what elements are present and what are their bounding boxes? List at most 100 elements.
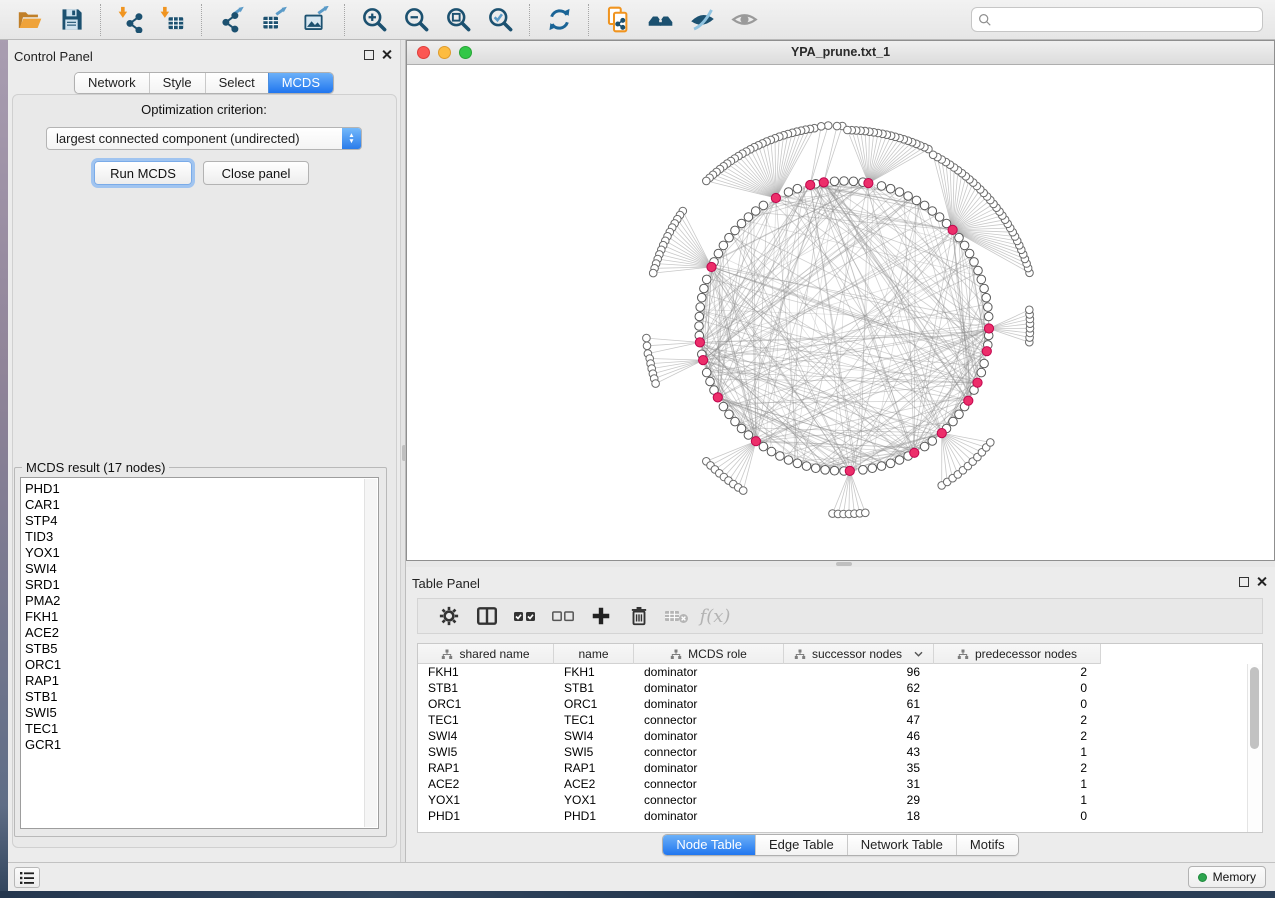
deselect-all-icon[interactable] bbox=[544, 603, 582, 629]
mcds-result-item[interactable]: FKH1 bbox=[25, 609, 378, 625]
network-graph[interactable] bbox=[407, 65, 1274, 560]
cell: 47 bbox=[784, 713, 934, 727]
table-row-SWI4[interactable]: SWI4SWI4dominator462 bbox=[418, 728, 1262, 744]
mcds-result-item[interactable]: GCR1 bbox=[25, 737, 378, 753]
table-scrollbar-thumb[interactable] bbox=[1250, 667, 1259, 749]
columns-icon[interactable] bbox=[468, 603, 506, 629]
column-header-predecessor-nodes[interactable]: predecessor nodes bbox=[934, 644, 1101, 664]
export-table-icon[interactable] bbox=[258, 5, 288, 35]
table-row-SWI5[interactable]: SWI5SWI5connector431 bbox=[418, 744, 1262, 760]
column-header-successor-nodes[interactable]: successor nodes bbox=[784, 644, 934, 664]
column-header-shared-name[interactable]: shared name bbox=[418, 644, 554, 664]
zoom-fit-icon[interactable] bbox=[443, 5, 473, 35]
import-network-icon[interactable] bbox=[115, 5, 145, 35]
table-row-ORC1[interactable]: ORC1ORC1dominator610 bbox=[418, 696, 1262, 712]
mcds-result-item[interactable]: ORC1 bbox=[25, 657, 378, 673]
tab-motifs[interactable]: Motifs bbox=[956, 835, 1018, 855]
table-row-FKH1[interactable]: FKH1FKH1dominator962 bbox=[418, 664, 1262, 680]
task-history-button[interactable] bbox=[14, 867, 40, 888]
cell: 0 bbox=[934, 697, 1101, 711]
cell: 2 bbox=[934, 729, 1101, 743]
export-network-icon[interactable] bbox=[216, 5, 246, 35]
toolbar-separator bbox=[529, 4, 530, 36]
table-row-STB1[interactable]: STB1STB1dominator620 bbox=[418, 680, 1262, 696]
mcds-result-item[interactable]: RAP1 bbox=[25, 673, 378, 689]
memory-button[interactable]: Memory bbox=[1188, 866, 1266, 888]
mcds-result-item[interactable]: PHD1 bbox=[25, 481, 378, 497]
cell: 1 bbox=[934, 777, 1101, 791]
import-table-icon[interactable] bbox=[157, 5, 187, 35]
table-row-ACE2[interactable]: ACE2ACE2connector311 bbox=[418, 776, 1262, 792]
column-header-MCDS-role[interactable]: MCDS role bbox=[634, 644, 784, 664]
mcds-result-item[interactable]: SRD1 bbox=[25, 577, 378, 593]
splitter-grip[interactable] bbox=[402, 445, 406, 461]
zoom-out-icon[interactable] bbox=[401, 5, 431, 35]
tab-network-table[interactable]: Network Table bbox=[847, 835, 956, 855]
node-table[interactable]: shared namenameMCDS rolesuccessor nodesp… bbox=[417, 643, 1263, 833]
open-session-icon[interactable] bbox=[14, 5, 44, 35]
network-canvas[interactable] bbox=[407, 65, 1274, 560]
desktop-wallpaper-left bbox=[0, 38, 8, 891]
function-builder-icon: f(x) bbox=[696, 603, 734, 629]
delete-column-icon[interactable] bbox=[620, 603, 658, 629]
criterion-select[interactable]: largest connected component (undirected)… bbox=[46, 127, 362, 150]
zoom-in-icon[interactable] bbox=[359, 5, 389, 35]
mcds-result-group: MCDS result (17 nodes) PHD1CAR1STP4TID3Y… bbox=[14, 467, 387, 837]
column-header-name[interactable]: name bbox=[554, 644, 634, 664]
float-panel-icon[interactable] bbox=[364, 50, 374, 60]
table-row-YOX1[interactable]: YOX1YOX1connector291 bbox=[418, 792, 1262, 808]
search-input[interactable] bbox=[997, 11, 1256, 28]
mcds-result-item[interactable]: SWI5 bbox=[25, 705, 378, 721]
mcds-result-item[interactable]: CAR1 bbox=[25, 497, 378, 513]
search-box[interactable] bbox=[971, 7, 1263, 32]
cell: 35 bbox=[784, 761, 934, 775]
tab-network[interactable]: Network bbox=[75, 73, 149, 93]
save-session-icon[interactable] bbox=[56, 5, 86, 35]
export-image-icon[interactable] bbox=[300, 5, 330, 35]
mcds-result-item[interactable]: TID3 bbox=[25, 529, 378, 545]
mcds-result-item[interactable]: STB1 bbox=[25, 689, 378, 705]
mcds-list-scrollbar[interactable] bbox=[364, 479, 377, 827]
new-network-from-selection-icon[interactable] bbox=[603, 5, 633, 35]
cell: PHD1 bbox=[418, 809, 554, 823]
cell: connector bbox=[634, 777, 784, 791]
add-column-icon[interactable] bbox=[582, 603, 620, 629]
cell: SWI4 bbox=[418, 729, 554, 743]
cell: SWI4 bbox=[554, 729, 634, 743]
table-row-PHD1[interactable]: PHD1PHD1dominator180 bbox=[418, 808, 1262, 824]
tab-mcds[interactable]: MCDS bbox=[268, 73, 333, 93]
table-row-TEC1[interactable]: TEC1TEC1connector472 bbox=[418, 712, 1262, 728]
select-all-icon[interactable] bbox=[506, 603, 544, 629]
float-panel-icon[interactable] bbox=[1239, 577, 1249, 587]
hide-selected-icon[interactable] bbox=[687, 5, 717, 35]
tab-select[interactable]: Select bbox=[205, 73, 268, 93]
tab-edge-table[interactable]: Edge Table bbox=[755, 835, 847, 855]
cell: 62 bbox=[784, 681, 934, 695]
mcds-result-item[interactable]: ACE2 bbox=[25, 625, 378, 641]
close-panel-icon[interactable] bbox=[1256, 576, 1267, 587]
close-panel-icon[interactable] bbox=[381, 49, 392, 60]
network-window-titlebar[interactable]: YPA_prune.txt_1 bbox=[407, 41, 1274, 65]
mcds-result-item[interactable]: PMA2 bbox=[25, 593, 378, 609]
mcds-result-list[interactable]: PHD1CAR1STP4TID3YOX1SWI4SRD1PMA2FKH1ACE2… bbox=[20, 477, 379, 829]
toolbar-separator bbox=[100, 4, 101, 36]
close-panel-button[interactable]: Close panel bbox=[203, 161, 309, 185]
mcds-result-item[interactable]: SWI4 bbox=[25, 561, 378, 577]
mcds-result-item[interactable]: TEC1 bbox=[25, 721, 378, 737]
run-mcds-button[interactable]: Run MCDS bbox=[94, 161, 192, 185]
gear-icon[interactable] bbox=[430, 603, 468, 629]
tab-node-table[interactable]: Node Table bbox=[663, 835, 755, 855]
zoom-selected-icon[interactable] bbox=[485, 5, 515, 35]
mcds-result-item[interactable]: STB5 bbox=[25, 641, 378, 657]
splitter-grip[interactable] bbox=[836, 562, 852, 566]
refresh-view-icon[interactable] bbox=[544, 5, 574, 35]
mcds-result-item[interactable]: YOX1 bbox=[25, 545, 378, 561]
show-all-disabled-icon bbox=[729, 5, 759, 35]
table-scrollbar[interactable] bbox=[1247, 664, 1262, 833]
first-neighbors-icon[interactable] bbox=[645, 5, 675, 35]
table-row-RAP1[interactable]: RAP1RAP1dominator352 bbox=[418, 760, 1262, 776]
tab-style[interactable]: Style bbox=[149, 73, 205, 93]
cell: SWI5 bbox=[418, 745, 554, 759]
mcds-result-item[interactable]: STP4 bbox=[25, 513, 378, 529]
cell: FKH1 bbox=[418, 665, 554, 679]
